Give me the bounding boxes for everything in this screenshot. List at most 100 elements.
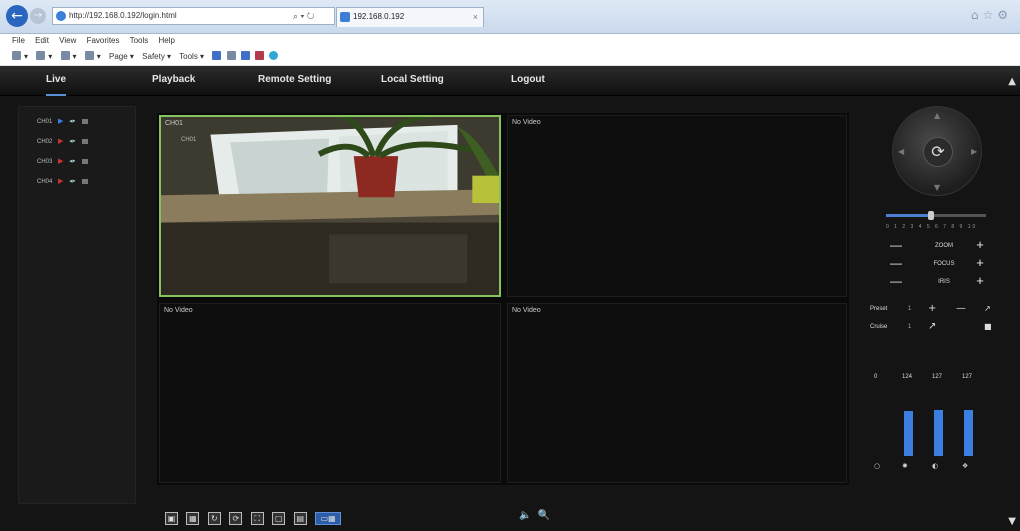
right-arrow-icon[interactable]: ▶ [971, 147, 977, 156]
mail-icon[interactable] [60, 51, 70, 60]
nav-live[interactable]: Live [46, 66, 67, 96]
video-tile-ch04[interactable]: No Video [507, 303, 847, 483]
nav-remote-setting[interactable]: Remote Setting [258, 66, 331, 96]
address-url: http://192.168.0.192/login.html [69, 11, 177, 20]
feeds-icon[interactable] [36, 51, 46, 60]
rotate-icon[interactable]: ↻ [207, 512, 221, 526]
zoom-in-button[interactable]: + [974, 238, 986, 252]
play-icon[interactable]: ▶ [58, 135, 63, 147]
color-level-bar[interactable] [964, 410, 973, 456]
browser-command-bar: ▾ ▾ ▾ ▾ Page ▾ Safety ▾ Tools ▾ [0, 48, 1020, 66]
record-icon[interactable]: ◂▪ [69, 176, 75, 188]
color-level-bar[interactable] [934, 410, 943, 456]
forward-icon[interactable]: → [30, 8, 46, 24]
preset-label: Preset [870, 306, 888, 312]
addon-icon[interactable] [226, 51, 236, 60]
contrast-icon: ◐ [932, 462, 939, 470]
stop-cruise-icon[interactable]: ■ [984, 320, 992, 334]
play-icon[interactable]: ▶ [58, 175, 63, 187]
osd-channel-name: CH01 [181, 137, 197, 143]
add-preset-button[interactable]: + [928, 302, 936, 316]
menu-view[interactable]: View [59, 36, 76, 45]
remove-preset-button[interactable]: — [956, 302, 966, 316]
close-tab-icon[interactable]: × [473, 8, 478, 26]
home-favorites-settings-icons[interactable]: ⌂☆⚙ [971, 8, 1012, 22]
browser-titlebar: ← → http://192.168.0.192/login.html ⌕ ▾ … [0, 0, 1020, 34]
record-all-icon[interactable]: ▤ [293, 512, 307, 526]
record-icon[interactable]: ◂▪ [69, 156, 75, 168]
video-tile-ch02[interactable]: No Video [507, 115, 847, 297]
addon-icon[interactable] [255, 51, 265, 60]
fullscreen-icon[interactable]: ⛶ [250, 512, 264, 526]
page-menu[interactable]: Page ▾ [109, 52, 134, 61]
menu-tools[interactable]: Tools [130, 36, 149, 45]
back-icon[interactable]: ← [6, 5, 28, 27]
menu-help[interactable]: Help [159, 36, 175, 45]
play-icon[interactable]: ▶ [58, 155, 63, 167]
zoom-icon[interactable]: 🔍 [538, 510, 550, 521]
ptz-panel: ▲ ▼ ◀ ▶ ⟳ 0 1 2 3 4 5 6 7 8 9 10 — ZOOM … [862, 106, 1012, 504]
cruise-row: Cruise 1 ↗ ■ [870, 320, 1006, 334]
home-icon[interactable] [12, 51, 21, 60]
ptz-direction-pad[interactable]: ▲ ▼ ◀ ▶ ⟳ [892, 106, 982, 196]
auto-scan-icon[interactable]: ⟳ [923, 137, 953, 167]
cruise-label: Cruise [870, 324, 888, 330]
play-icon[interactable]: ▶ [58, 115, 63, 127]
addon-icon[interactable] [269, 51, 279, 60]
menu-file[interactable]: File [12, 36, 25, 45]
scroll-down-icon[interactable]: ▼ [1008, 516, 1016, 527]
speed-knob[interactable] [928, 211, 934, 220]
speed-ticks: 0 1 2 3 4 5 6 7 8 9 10 [886, 224, 978, 230]
search-refresh-icon[interactable]: ⌕ ▾ ↻ [293, 8, 314, 24]
snapshot-icon[interactable] [81, 158, 88, 164]
iris-close-button[interactable]: — [890, 274, 902, 288]
live-toolbar: ▣ ▦ ↻ ⟳ ⛶ ▢ ▤ ▭▦ [165, 510, 345, 526]
up-arrow-icon[interactable]: ▲ [934, 111, 940, 120]
record-icon[interactable]: ◂▪ [69, 116, 75, 128]
menu-edit[interactable]: Edit [35, 36, 49, 45]
snapshot-all-icon[interactable]: ▢ [272, 512, 286, 526]
iris-open-button[interactable]: + [974, 274, 986, 288]
preset-number[interactable]: 1 [908, 302, 911, 316]
focus-near-button[interactable]: — [890, 256, 902, 270]
nav-local-setting[interactable]: Local Setting [381, 66, 444, 96]
snapshot-icon[interactable] [81, 178, 88, 184]
left-arrow-icon[interactable]: ◀ [898, 147, 904, 156]
channel-label: CH03 [37, 159, 53, 165]
color-value: 124 [902, 374, 913, 380]
tools-menu[interactable]: Tools ▾ [179, 52, 204, 61]
video-tile-ch01[interactable]: CH01 CH01 [159, 115, 501, 297]
speaker-icon[interactable]: 🔈 [519, 510, 531, 521]
refresh-icon[interactable]: ⟳ [229, 512, 243, 526]
browser-tab[interactable]: 192.168.0.192 × [336, 7, 484, 27]
snapshot-icon[interactable] [81, 118, 88, 124]
zoom-out-button[interactable]: — [890, 238, 902, 252]
menu-favorites[interactable]: Favorites [87, 36, 120, 45]
record-icon[interactable]: ◂▪ [69, 136, 75, 148]
color-level-bar[interactable] [904, 411, 913, 456]
speed-slider[interactable] [886, 211, 986, 220]
goto-preset-icon[interactable]: ↗ [984, 302, 991, 316]
single-view-icon[interactable]: ▣ [165, 512, 178, 526]
help-icon[interactable] [212, 51, 222, 60]
focus-far-button[interactable]: + [974, 256, 986, 270]
video-tile-ch03[interactable]: No Video [159, 303, 501, 483]
preset-row: Preset 1 + — ↗ [870, 302, 1006, 316]
addon-icon[interactable] [240, 51, 250, 60]
channel-list: CH01 ▶ ◂▪ CH02 ▶ ◂▪ CH03 ▶ ◂▪ CH04 ▶ ◂▪ [18, 106, 136, 504]
cruise-number[interactable]: 1 [908, 320, 911, 334]
down-arrow-icon[interactable]: ▼ [934, 183, 940, 192]
scroll-up-icon[interactable]: ▲ [1008, 76, 1016, 87]
nav-logout[interactable]: Logout [511, 66, 545, 96]
address-bar[interactable]: http://192.168.0.192/login.html ⌕ ▾ ↻ [52, 7, 335, 25]
speed-fill [886, 214, 931, 217]
quad-view-icon[interactable]: ▦ [186, 512, 200, 526]
layout-select-icon[interactable]: ▭▦ [315, 512, 342, 526]
snapshot-icon[interactable] [81, 138, 88, 144]
safety-menu[interactable]: Safety ▾ [142, 52, 171, 61]
nav-playback[interactable]: Playback [152, 66, 195, 96]
list-item: CH01 ▶ ◂▪ [37, 115, 88, 127]
start-cruise-icon[interactable]: ↗ [928, 320, 936, 334]
print-icon[interactable] [84, 51, 94, 60]
tile-label: No Video [512, 307, 541, 314]
